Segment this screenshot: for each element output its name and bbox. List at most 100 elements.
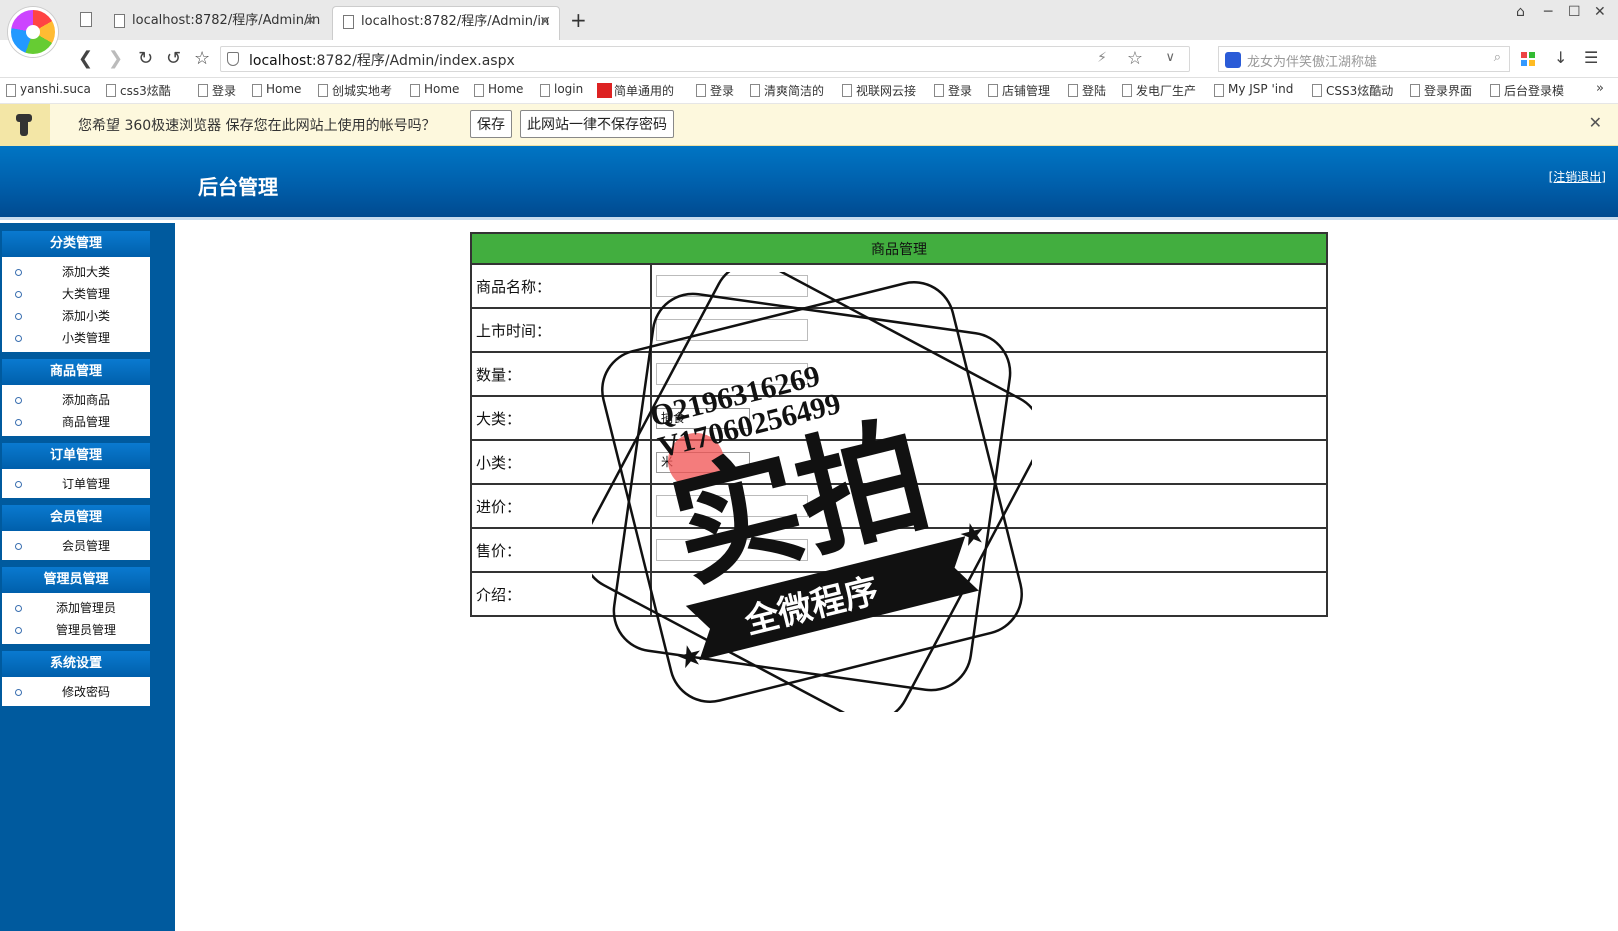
- save-password-bar: 您希望 360极速浏览器 保存您在此网站上使用的帐号吗？ 保存 此网站一律不保存…: [0, 104, 1618, 146]
- field-label: 数量：: [470, 351, 652, 397]
- close-icon[interactable]: ✕: [1589, 113, 1602, 132]
- close-icon[interactable]: ✕: [539, 7, 551, 37]
- bookmark-item[interactable]: 清爽简洁的: [750, 82, 824, 99]
- bookmark-item[interactable]: Home: [474, 82, 523, 97]
- bookmark-item[interactable]: login: [540, 82, 583, 97]
- close-icon[interactable]: ✕: [304, 6, 316, 36]
- field-label: 小类：: [470, 439, 652, 485]
- browser-logo-icon[interactable]: [8, 7, 58, 57]
- menu-group-order: 订单管理 订单管理: [2, 443, 150, 498]
- undo-close-icon[interactable]: ↺: [166, 48, 181, 69]
- browser-tab-2[interactable]: localhost:8782/程序/Admin/in ✕: [332, 6, 560, 40]
- chevron-down-icon[interactable]: ∨: [1165, 50, 1175, 65]
- close-window-icon[interactable]: ✕: [1594, 4, 1606, 20]
- bookmark-item[interactable]: Home: [252, 82, 301, 97]
- product-form: 商品管理 商品名称： 上市时间： 数量： 大类： 捕食 小类： 米 进价： 售价…: [470, 232, 1328, 617]
- menu-item-order-manage[interactable]: 订单管理: [2, 473, 150, 495]
- sale-price-input[interactable]: [656, 539, 808, 561]
- menu-group-category: 分类管理 添加大类 大类管理 添加小类 小类管理: [2, 231, 150, 352]
- key-icon-box: [0, 104, 50, 146]
- page-icon: [343, 15, 354, 29]
- mouse-cursor-highlight: [668, 433, 724, 489]
- browser-tabstrip: localhost:8782/程序/Admin/in ✕ localhost:8…: [0, 0, 1618, 40]
- bookmark-item[interactable]: yanshi.suca: [6, 82, 91, 97]
- product-name-input[interactable]: [656, 275, 808, 297]
- bookmark-star-icon[interactable]: ☆: [1127, 48, 1143, 69]
- menu-item-product-manage[interactable]: 商品管理: [2, 411, 150, 433]
- field-label: 上市时间：: [470, 307, 652, 353]
- menu-item-member-manage[interactable]: 会员管理: [2, 535, 150, 557]
- bookmark-item[interactable]: 创城实地考: [318, 82, 392, 99]
- menu-item-add-category[interactable]: 添加大类: [2, 261, 150, 283]
- menu-item-add-admin[interactable]: 添加管理员: [2, 597, 150, 619]
- bookmark-item[interactable]: 登录: [934, 82, 972, 99]
- bookmark-item[interactable]: 登录界面: [1410, 82, 1472, 99]
- address-bar[interactable]: localhost:8782/程序/Admin/index.aspx ⚡ ☆ ∨: [220, 46, 1190, 72]
- more-bookmarks-icon[interactable]: »: [1596, 81, 1604, 96]
- speed-mode-icon[interactable]: ⚡: [1097, 50, 1107, 66]
- search-box[interactable]: 龙女为伴笑傲江湖称雄 ⌕: [1218, 46, 1510, 72]
- field-label: 大类：: [470, 395, 652, 441]
- field-label: 进价：: [470, 483, 652, 529]
- search-engine-icon: [1225, 52, 1241, 68]
- field-label: 介绍：: [470, 571, 652, 617]
- address-url[interactable]: localhost:8782/程序/Admin/index.aspx: [249, 50, 515, 70]
- browser-toolbar: ❮ ❯ ↻ ↺ ☆ localhost:8782/程序/Admin/index.…: [0, 40, 1618, 78]
- menu-head[interactable]: 商品管理: [2, 359, 150, 385]
- bookmark-item[interactable]: CSS3炫酷动: [1312, 82, 1393, 99]
- quantity-input[interactable]: [656, 363, 808, 385]
- menu-item-admin-manage[interactable]: 管理员管理: [2, 619, 150, 641]
- forward-icon[interactable]: ❯: [108, 48, 123, 69]
- tab-title: localhost:8782/程序/Admin/in: [132, 13, 321, 28]
- menu-head[interactable]: 订单管理: [2, 443, 150, 469]
- minimize-icon[interactable]: ─: [1544, 4, 1552, 20]
- bookmark-item[interactable]: 登录: [696, 82, 734, 99]
- back-icon[interactable]: ❮: [78, 48, 93, 69]
- bookmark-item[interactable]: Home: [410, 82, 459, 97]
- shield-icon: [227, 52, 239, 66]
- new-document-icon[interactable]: [80, 12, 92, 27]
- save-password-button[interactable]: 保存: [470, 110, 512, 138]
- new-tab-plus-icon[interactable]: +: [570, 8, 587, 32]
- launch-date-input[interactable]: [656, 319, 808, 341]
- reload-icon[interactable]: ↻: [138, 48, 153, 69]
- category-select[interactable]: 捕食: [656, 407, 750, 429]
- menu-head[interactable]: 会员管理: [2, 505, 150, 531]
- menu-item-add-product[interactable]: 添加商品: [2, 389, 150, 411]
- page-icon: [114, 14, 125, 28]
- bookmark-item[interactable]: 发电厂生产: [1122, 82, 1196, 99]
- bookmark-item[interactable]: 后台登录模: [1490, 82, 1564, 99]
- menu-head[interactable]: 管理员管理: [2, 567, 150, 593]
- menu-item-add-subcategory[interactable]: 添加小类: [2, 305, 150, 327]
- menu-item-category-manage[interactable]: 大类管理: [2, 283, 150, 305]
- browser-tab-1[interactable]: localhost:8782/程序/Admin/in ✕: [104, 6, 324, 40]
- menu-item-change-password[interactable]: 修改密码: [2, 681, 150, 703]
- menu-head[interactable]: 系统设置: [2, 651, 150, 677]
- form-title: 商品管理: [470, 232, 1328, 265]
- search-icon[interactable]: ⌕: [1494, 50, 1501, 65]
- menu-head[interactable]: 分类管理: [2, 231, 150, 257]
- bookmark-item[interactable]: My JSP 'ind: [1214, 82, 1293, 97]
- bookmark-item[interactable]: css3炫酷: [106, 82, 171, 99]
- apps-grid-icon[interactable]: [1521, 52, 1535, 66]
- menu-item-subcategory-manage[interactable]: 小类管理: [2, 327, 150, 349]
- download-icon[interactable]: ↓: [1554, 48, 1567, 67]
- skin-icon[interactable]: ⌂: [1516, 4, 1525, 20]
- bookmark-item[interactable]: 视联网云接: [842, 82, 916, 99]
- sidebar: 分类管理 添加大类 大类管理 添加小类 小类管理 商品管理 添加商品 商品管理 …: [0, 223, 175, 931]
- menu-group-product: 商品管理 添加商品 商品管理: [2, 359, 150, 436]
- bookmark-item[interactable]: 简单通用的: [596, 82, 674, 99]
- cost-price-input[interactable]: [656, 495, 808, 517]
- maximize-icon[interactable]: ☐: [1568, 4, 1581, 20]
- menu-icon[interactable]: ☰: [1584, 48, 1598, 67]
- field-label: 商品名称：: [470, 263, 652, 309]
- never-save-button[interactable]: 此网站一律不保存密码: [520, 110, 674, 138]
- favorite-star-icon[interactable]: ☆: [194, 48, 210, 69]
- logout-link[interactable]: [注销退出]: [1549, 168, 1606, 185]
- bookmark-item[interactable]: 登陆: [1068, 82, 1106, 99]
- menu-group-admin: 管理员管理 添加管理员 管理员管理: [2, 567, 150, 644]
- save-password-message: 您希望 360极速浏览器 保存您在此网站上使用的帐号吗？: [78, 118, 436, 134]
- description-cell[interactable]: [650, 571, 1328, 617]
- bookmark-item[interactable]: 店铺管理: [988, 82, 1050, 99]
- bookmark-item[interactable]: 登录: [198, 82, 236, 99]
